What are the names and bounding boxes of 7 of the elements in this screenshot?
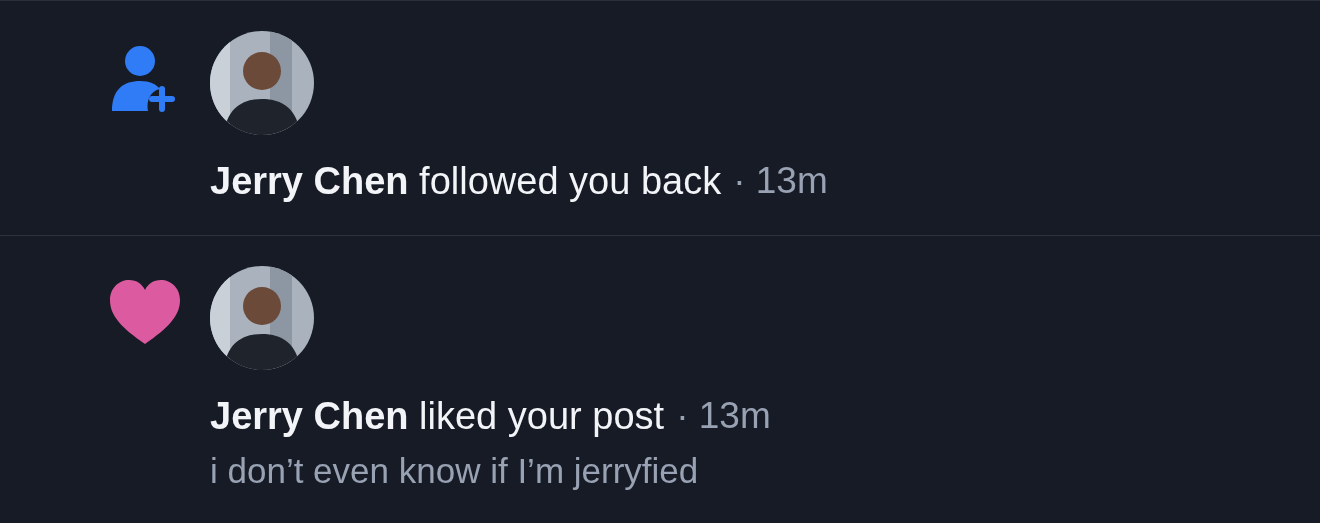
post-preview: i don’t even know if I’m jerryfied — [210, 450, 700, 492]
add-user-icon — [110, 45, 176, 113]
timestamp: · 13m — [676, 395, 771, 437]
heart-icon — [110, 280, 180, 344]
notification-text: Jerry Chen followed you back — [210, 159, 722, 203]
notification-text: Jerry Chen liked your post — [210, 394, 665, 438]
timestamp: · 13m — [733, 160, 828, 202]
